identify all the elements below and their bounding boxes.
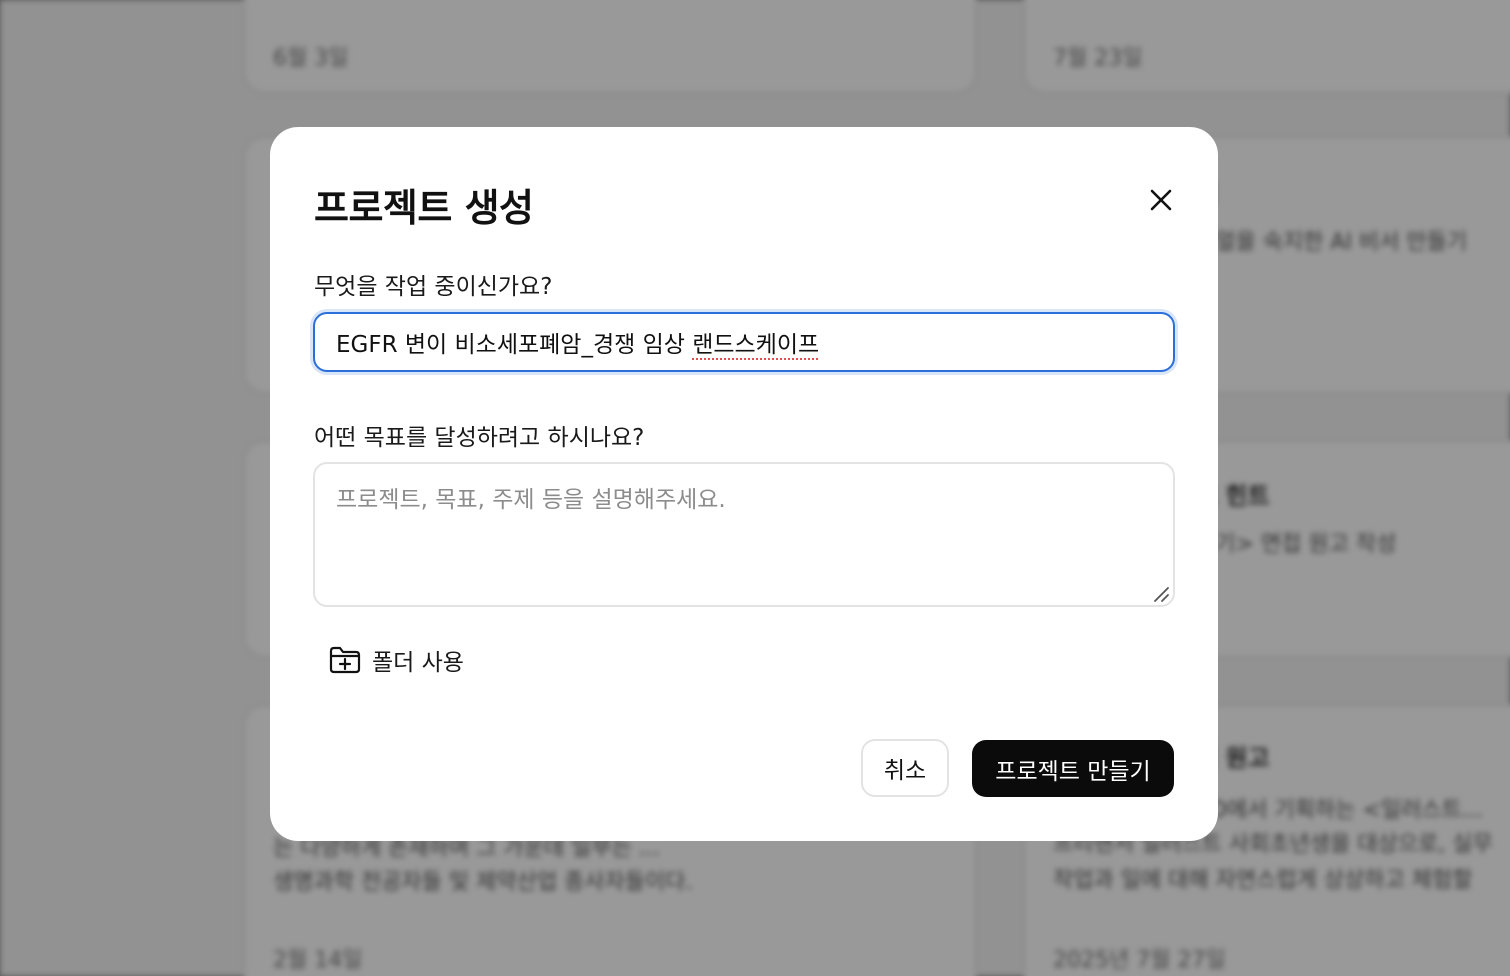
cancel-button[interactable]: 취소 bbox=[861, 739, 949, 797]
resize-handle-icon[interactable] bbox=[1152, 585, 1170, 603]
project-goal-textarea[interactable] bbox=[313, 462, 1175, 607]
spellcheck-flagged-word: 랜드스케이프 bbox=[692, 332, 820, 358]
project-name-input[interactable]: EGFR 변이 비소세포폐암_경쟁 임상 랜드스케이프 bbox=[313, 312, 1175, 372]
create-project-button[interactable]: 프로젝트 만들기 bbox=[972, 740, 1174, 797]
close-icon bbox=[1150, 189, 1172, 211]
dialog-title: 프로젝트 생성 bbox=[314, 186, 534, 230]
project-name-value: EGFR 변이 비소세포폐암_경쟁 임상 bbox=[336, 332, 693, 358]
project-goal-label: 어떤 목표를 달성하려고 하시나요? bbox=[314, 425, 645, 451]
close-button[interactable] bbox=[1144, 183, 1178, 217]
create-project-dialog: 프로젝트 생성 무엇을 작업 중이신가요? EGFR 변이 비소세포폐암_경쟁 … bbox=[270, 127, 1218, 841]
use-folder-button[interactable]: 폴더 사용 bbox=[328, 640, 464, 680]
project-name-label: 무엇을 작업 중이신가요? bbox=[314, 274, 553, 300]
use-folder-label: 폴더 사용 bbox=[372, 650, 464, 676]
folder-plus-icon bbox=[329, 646, 361, 674]
